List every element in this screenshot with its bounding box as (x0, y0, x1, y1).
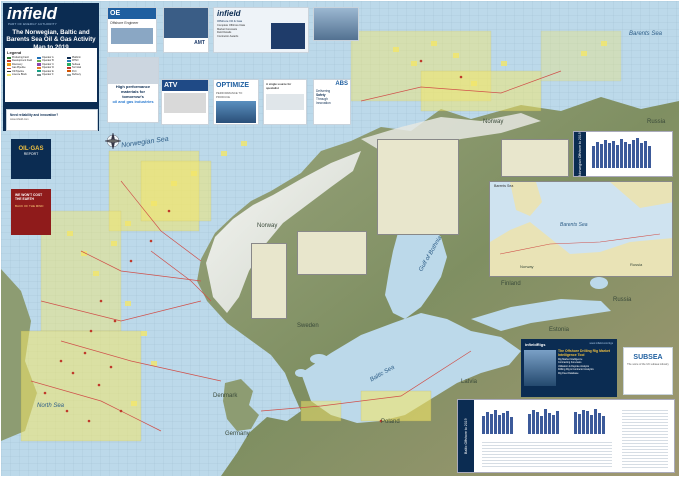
label-estonia: Estonia (549, 327, 570, 333)
label-poland: Poland (381, 419, 400, 425)
ad-oe-sub: Offshore Engineer (110, 21, 139, 25)
ad-specialist[interactable]: A single source for specialist (263, 79, 307, 125)
inset-barents-sea[interactable]: Barents Sea Barents Sea Russia Norway (489, 181, 673, 277)
legend-col-2: Operator A Operator B Operator C Operato… (37, 56, 65, 76)
inset-hammerfest[interactable] (501, 139, 569, 177)
legend-item: Licence Block (12, 73, 27, 77)
header-ad[interactable]: Need reliability and innovation? www.inf… (6, 109, 98, 131)
rigs-headline: The Offshore Drilling Rig Market Intelli… (558, 349, 610, 357)
ad-infield-brand: infield (217, 9, 241, 18)
ad-materials[interactable]: High performance materials for tomorrow's… (107, 57, 159, 123)
inset-mid-norway[interactable] (377, 139, 459, 235)
ad-atv-brand: ATV (162, 80, 208, 91)
label-north-sea: North Sea (37, 403, 65, 409)
chart-panel-baltic-side: Baltic Offshore to 2019 (458, 400, 474, 472)
rigs-url: www.infield.com/rigs (589, 342, 614, 345)
barents-inset-map (490, 182, 672, 276)
label-sweden: Sweden (297, 323, 319, 329)
chart-panel-norway-side: Norwegian Offshore to 2019 (574, 132, 586, 176)
legend-panel: Legend Producing Field Development Field… (5, 48, 97, 102)
ad-red[interactable]: WE WON'T COST THE EARTH BACK OF THE MIND (11, 189, 51, 235)
rigs-bullets: Rig Market Intelligence Contracting Forec… (558, 358, 594, 375)
label-barents-sea: Barents Sea (629, 31, 663, 37)
header-ad-line1: Need reliability and innovation? (10, 113, 59, 117)
ad-atv[interactable]: ATV (161, 79, 209, 125)
subsea-sub: The voice of the UK subsea industry (627, 363, 669, 366)
ad-amt[interactable]: AMT (163, 7, 209, 53)
ad-oilgas-title: OIL·GAS (18, 146, 44, 152)
label-norway-south: Norway (257, 223, 278, 229)
legend-col-3: Platform FPSO Subsea Terminal Port Refin… (67, 56, 95, 76)
ad-oilgas-sub: REPORT (23, 152, 39, 156)
ad-abs-text: Delivering Safety Through Innovation (316, 89, 331, 105)
baltic-bar-chart-1 (482, 408, 518, 434)
ad-oil-gas[interactable]: OIL·GAS REPORT (11, 139, 51, 179)
chart-panel-norway: Norwegian Offshore to 2019 (573, 131, 673, 177)
ad-infield-list: Complete Offshore Data Market Forecasts F… (217, 24, 245, 38)
ad-red-line2: BACK OF THE MIND (15, 204, 44, 208)
infield-logo: infield (7, 4, 58, 23)
baltic-text-block-2 (482, 440, 612, 468)
legend-title: Legend (7, 50, 22, 55)
ad-abs-brand: ABS (335, 81, 348, 87)
logo-subtitle: PART OF ENERGY AUTHORITY (8, 22, 57, 26)
ad-optimize-title: OPTIMIZE (216, 82, 250, 89)
legend-item: Operator F (42, 73, 54, 77)
inset-bergen[interactable] (251, 243, 287, 319)
label-germany: Germany (225, 431, 250, 437)
baltic-text-block (622, 408, 668, 468)
label-russia-north: Russia (647, 119, 666, 125)
header-ad-line2: www.infield.com (10, 118, 29, 121)
ad-optimize[interactable]: OPTIMIZE PERFORMANCE TO PRODUCE (213, 79, 259, 125)
ad-infield-offshore[interactable]: infield Offshore Oil & Gas Complete Offs… (213, 7, 309, 53)
barents-inset-norway-label: Norway (520, 264, 534, 269)
subsea-brand: SUBSEA (633, 354, 663, 361)
baltic-bar-chart-3 (574, 408, 610, 434)
ad-materials-text: High performance materials for tomorrow's… (112, 84, 154, 104)
baltic-bar-chart-2 (528, 408, 564, 434)
ad-optimize-sub: PERFORMANCE TO PRODUCE (216, 91, 243, 99)
barents-inset-title: Barents Sea (494, 184, 514, 188)
ad-amt-brand: AMT (194, 40, 205, 46)
label-norway-north: Norway (483, 119, 504, 125)
norway-bar-chart (592, 138, 668, 168)
ad-subsea-uk[interactable]: SUBSEA The voice of the UK subsea indust… (623, 347, 673, 395)
legend-col-1: Producing Field Development Field Discov… (7, 56, 35, 76)
ad-vessel[interactable] (313, 7, 359, 41)
label-russia-south: Russia (613, 297, 632, 303)
chart-panel-baltic: Baltic Offshore to 2019 (457, 399, 675, 473)
ad-infield-rigs[interactable]: infieldRigs www.infield.com/rigs The Off… (521, 339, 617, 397)
label-denmark: Denmark (213, 393, 238, 399)
ad-oe-title: OE (108, 8, 156, 19)
ad-abs[interactable]: ABS Delivering Safety Through Innovation (313, 79, 351, 125)
barents-inset-sea-label: Barents Sea (560, 222, 588, 228)
rigs-brand: infieldRigs (525, 342, 546, 347)
inset-troll[interactable] (297, 231, 367, 275)
label-latvia: Latvia (461, 379, 478, 385)
label-finland: Finland (501, 281, 521, 287)
barents-inset-russia-label: Russia (630, 262, 643, 267)
activity-map-poster: infield PART OF ENERGY AUTHORITY The Nor… (1, 1, 679, 476)
ad-red-line1: WE WON'T COST THE EARTH (15, 193, 43, 201)
legend-item: Refinery (72, 73, 81, 77)
ad-specialist-title: A single source for specialist (266, 82, 292, 91)
ad-offshore-engineer[interactable]: OE Offshore Engineer (107, 7, 157, 53)
